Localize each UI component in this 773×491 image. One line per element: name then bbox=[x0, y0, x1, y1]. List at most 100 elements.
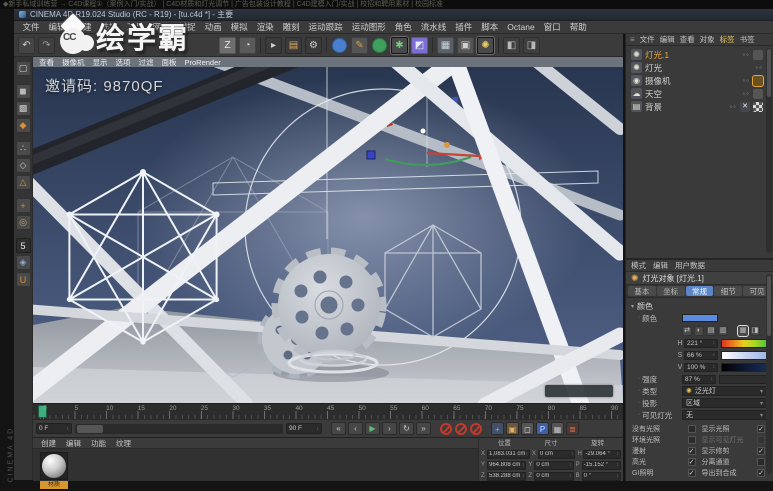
checkbox[interactable] bbox=[687, 424, 696, 433]
hsv-field[interactable]: 100 % ↕ bbox=[684, 362, 718, 372]
layout-right-icon[interactable]: ◨ bbox=[523, 36, 540, 54]
menu-item[interactable]: 选择 bbox=[96, 21, 122, 34]
coord-field[interactable]: 0 cm ↕ bbox=[534, 471, 574, 481]
menu-item[interactable]: 网格 bbox=[148, 21, 174, 34]
menu-item[interactable]: 脚本 bbox=[477, 21, 503, 34]
visibility-dots[interactable]: ◦◦ bbox=[742, 76, 750, 85]
checkbox[interactable]: ✓ bbox=[757, 468, 765, 477]
plain-tag-icon[interactable] bbox=[753, 49, 763, 60]
coord-field[interactable]: 964.808 cm ↕ bbox=[487, 460, 527, 470]
render-view-icon[interactable]: ▸ bbox=[265, 36, 282, 54]
viewport-menu-item[interactable]: ProRender bbox=[185, 58, 221, 67]
texture-mode-icon[interactable]: ▩ bbox=[15, 101, 31, 116]
panel-menu-icon[interactable]: ≡ bbox=[630, 35, 635, 44]
plain-tag-icon[interactable] bbox=[753, 88, 763, 99]
intensity-field[interactable]: 87 % ↕ bbox=[682, 374, 716, 384]
current-frame-field[interactable]: 0 F ↕ bbox=[36, 423, 72, 434]
spectrum-icon[interactable]: ▤ bbox=[706, 325, 716, 336]
menu-item[interactable]: 流水线 bbox=[416, 21, 451, 34]
goto-start-button[interactable]: « bbox=[331, 422, 346, 435]
checkbox[interactable] bbox=[687, 435, 696, 444]
end-frame-field[interactable]: 90 F ↕ bbox=[286, 423, 322, 434]
attribute-scrollbar[interactable] bbox=[766, 274, 772, 474]
attribute-tab[interactable]: 基本 bbox=[628, 286, 656, 296]
menu-item[interactable]: 雕刻 bbox=[278, 21, 304, 34]
screen-pick-icon[interactable]: ◨ bbox=[750, 325, 760, 336]
loop-button[interactable]: ↻ bbox=[399, 422, 414, 435]
checkbox[interactable]: ✓ bbox=[687, 468, 696, 477]
viewport-menu-item[interactable]: 过滤 bbox=[139, 57, 154, 68]
workplane-lock-icon[interactable]: ◈ bbox=[15, 255, 31, 270]
visibility-dots[interactable]: ◦◦ bbox=[729, 102, 737, 111]
position-key-toggle[interactable]: + bbox=[491, 422, 504, 435]
coord-field[interactable]: 0 ° ↕ bbox=[581, 471, 621, 481]
attribute-menu-item[interactable]: 用户数据 bbox=[675, 260, 705, 271]
checkbox[interactable] bbox=[757, 435, 765, 444]
render-picture-viewer-icon[interactable]: ▤ bbox=[285, 36, 302, 54]
snap-icon[interactable]: 5 bbox=[15, 238, 31, 253]
menu-item[interactable]: 模拟 bbox=[226, 21, 252, 34]
hsv-gradient-slider[interactable] bbox=[721, 338, 767, 348]
menu-item[interactable]: 插件 bbox=[451, 21, 477, 34]
material-thumbnail[interactable] bbox=[40, 452, 68, 480]
pla-key-toggle[interactable]: ▦ bbox=[551, 422, 564, 435]
subdivision-surface-icon[interactable] bbox=[372, 37, 387, 53]
parameter-key-toggle[interactable]: P bbox=[536, 422, 549, 435]
autokey-button[interactable] bbox=[455, 422, 467, 435]
coord-field[interactable]: 0 cm ↕ bbox=[537, 449, 576, 459]
prev-frame-button[interactable]: ‹ bbox=[348, 422, 363, 435]
edges-mode-icon[interactable]: ◇ bbox=[15, 158, 31, 173]
color-wheel-icon[interactable]: ◐ bbox=[694, 325, 704, 336]
menu-item[interactable]: 动画 bbox=[200, 21, 226, 34]
object-row[interactable]: ☁ 天空 ◦◦ bbox=[626, 87, 773, 100]
object-manager-menu-item[interactable]: 编辑 bbox=[660, 34, 675, 45]
hsv-gradient-slider[interactable] bbox=[721, 350, 767, 360]
color-section-header[interactable]: ▾ 颜色 bbox=[626, 300, 769, 312]
model-mode-icon[interactable]: ◼ bbox=[15, 84, 31, 99]
color-swatch[interactable] bbox=[682, 314, 718, 322]
timeline-window-button[interactable]: ≣ bbox=[566, 422, 579, 435]
object-manager-menu-item[interactable]: 书签 bbox=[740, 34, 755, 45]
visibility-dots[interactable]: ◦◦ bbox=[755, 63, 763, 72]
light-icon[interactable]: ✺ bbox=[477, 36, 494, 54]
viewport-menu-item[interactable]: 面板 bbox=[162, 57, 177, 68]
timeline-scrollbar[interactable] bbox=[75, 423, 283, 434]
undo-icon[interactable]: ↶ bbox=[18, 36, 35, 54]
goto-end-button[interactable]: » bbox=[416, 422, 431, 435]
picker-icon[interactable]: ▥ bbox=[718, 325, 728, 336]
make-editable-icon[interactable]: ▢ bbox=[15, 61, 31, 76]
dropdown[interactable]: 区域 ▾ bbox=[682, 398, 767, 408]
attribute-menu-item[interactable]: 编辑 bbox=[653, 260, 668, 271]
material-menu-item[interactable]: 创建 bbox=[41, 438, 56, 449]
object-name[interactable]: 灯光 bbox=[645, 62, 662, 74]
coord-field[interactable]: 1,083.031 cm ↕ bbox=[487, 449, 530, 459]
menu-item[interactable]: 捕捉 bbox=[174, 21, 200, 34]
dropdown[interactable]: 无 ▾ bbox=[682, 410, 767, 420]
scale-key-toggle[interactable]: ▣ bbox=[506, 422, 519, 435]
menu-item[interactable]: 窗口 bbox=[539, 21, 565, 34]
object-row[interactable]: ▤ 背景 ◦◦ ✕ bbox=[626, 100, 773, 113]
timeline-ruler[interactable]: 0 5 10 15 20 25 30 35 40 45 50 55 60 65 70 75 80 85 90 bbox=[33, 403, 623, 419]
menu-item[interactable]: 创建 bbox=[70, 21, 96, 34]
workplane-mode-icon[interactable]: ◆ bbox=[15, 118, 31, 133]
swatches-icon[interactable]: ▦ bbox=[738, 325, 748, 336]
titlebar[interactable]: CINEMA 4D R19.024 Studio (RC - R19) - [t… bbox=[14, 9, 773, 21]
object-row[interactable]: ✺ 灯光 ◦◦ bbox=[626, 61, 773, 74]
points-mode-icon[interactable]: ∴ bbox=[15, 141, 31, 156]
play-button[interactable]: ▶ bbox=[365, 422, 380, 435]
checkbox[interactable]: ✓ bbox=[687, 457, 696, 466]
coord-field[interactable]: -29.064 ° ↕ bbox=[583, 449, 622, 459]
checkbox[interactable] bbox=[757, 457, 765, 466]
polygons-mode-icon[interactable]: △ bbox=[15, 175, 31, 190]
visibility-dots[interactable]: ◦◦ bbox=[742, 50, 750, 59]
last-tool-icon[interactable]: Z bbox=[219, 36, 236, 54]
rotation-key-toggle[interactable]: ◻ bbox=[521, 422, 534, 435]
object-name[interactable]: 背景 bbox=[645, 101, 662, 113]
menu-item[interactable]: Octane bbox=[503, 21, 539, 34]
spline-pen-icon[interactable]: ✎ bbox=[351, 36, 368, 54]
viewport-menu-item[interactable]: 查看 bbox=[39, 57, 54, 68]
object-manager-scrollbar[interactable] bbox=[766, 48, 772, 253]
cube-primitive-icon[interactable] bbox=[332, 37, 347, 53]
checkbox[interactable]: ✓ bbox=[757, 424, 765, 433]
environment-floor-icon[interactable]: ▦ bbox=[437, 36, 454, 54]
